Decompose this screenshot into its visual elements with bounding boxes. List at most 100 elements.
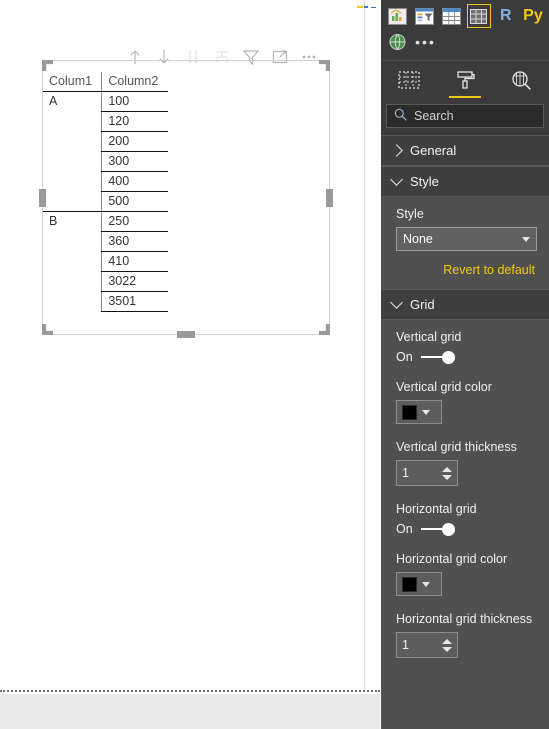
tab-format[interactable] (437, 61, 493, 98)
funnel-chart-icon[interactable] (412, 4, 436, 28)
table-cell-group[interactable] (43, 152, 102, 172)
resize-handle-top-left[interactable] (42, 60, 53, 71)
table-header-row: Colum1 Column2 (43, 72, 168, 92)
table-row[interactable]: 3022 (43, 271, 168, 292)
resize-handle-bottom-left[interactable] (42, 324, 53, 335)
vertical-grid-toggle-row[interactable]: On (396, 350, 537, 364)
horizontal-grid-toggle[interactable] (420, 522, 455, 536)
style-dropdown[interactable]: None (396, 227, 537, 251)
table-cell-group[interactable] (43, 232, 102, 252)
table-cell-group[interactable] (43, 292, 102, 312)
resize-handle-bottom-center[interactable] (177, 331, 195, 338)
section-body-style: Style None Revert to default (381, 197, 549, 289)
toggle-track (420, 356, 443, 358)
table-row[interactable]: 200 (43, 131, 168, 152)
matrix-icon[interactable] (466, 4, 491, 28)
search-placeholder: Search (414, 109, 454, 123)
horizontal-grid-toggle-row[interactable]: On (396, 522, 537, 536)
stepper-arrows[interactable] (442, 638, 452, 652)
visualizations-format-panel[interactable]: R Py ••• Search General Style Style None… (381, 0, 549, 729)
resize-handle-middle-right[interactable] (326, 188, 333, 207)
table-cell-group[interactable]: A (43, 91, 102, 112)
table-row[interactable]: 400 (43, 171, 168, 192)
table-cell-value[interactable]: 3022 (101, 271, 168, 292)
search-input[interactable]: Search (386, 104, 544, 128)
table-cell-value[interactable]: 200 (101, 131, 168, 152)
panel-tab-bar[interactable] (381, 60, 549, 98)
vertical-grid-color-label: Vertical grid color (396, 380, 492, 394)
report-canvas[interactable]: Colum1 Column2 A 100 120 200 300 400 500 B 250 36… (0, 0, 380, 729)
table-row[interactable]: B 250 (43, 211, 168, 232)
table-row[interactable]: 3501 (43, 291, 168, 312)
search-container[interactable]: Search (381, 98, 549, 135)
more-visuals-icon[interactable]: ••• (413, 30, 438, 54)
stepper-arrows[interactable] (442, 466, 452, 480)
table-cell-value[interactable]: 400 (101, 171, 168, 192)
table-row[interactable]: A 100 (43, 91, 168, 112)
horizontal-grid-thickness-label: Horizontal grid thickness (396, 612, 533, 626)
table-cell-value[interactable]: 250 (101, 211, 168, 232)
table-cell-value[interactable]: 3501 (101, 291, 168, 312)
section-title-general: General (410, 143, 457, 158)
tab-analytics[interactable] (493, 61, 549, 98)
tab-fields[interactable] (381, 61, 437, 98)
table-row[interactable]: 120 (43, 111, 168, 132)
table-cell-value[interactable]: 500 (101, 191, 168, 212)
color-swatch (402, 576, 417, 592)
table-cell-value[interactable]: 300 (101, 151, 168, 172)
stepper-down-icon[interactable] (442, 646, 452, 652)
search-icon (394, 108, 407, 124)
table-row[interactable]: 500 (43, 191, 168, 212)
horizontal-grid-thickness-stepper[interactable]: 1 (396, 632, 458, 658)
column-header-2[interactable]: Column2 (101, 72, 168, 92)
resize-handle-top-right[interactable] (319, 60, 330, 71)
table-icon[interactable] (439, 4, 463, 28)
chevron-down-icon (422, 581, 430, 587)
table-cell-group[interactable]: B (43, 211, 102, 232)
horizontal-grid-thickness-value: 1 (402, 638, 409, 652)
vertical-grid-state: On (396, 350, 413, 364)
tab-format-active-underline (449, 96, 481, 98)
stepper-up-icon[interactable] (442, 466, 452, 472)
vertical-grid-thickness-stepper[interactable]: 1 (396, 460, 458, 486)
table-cell-group[interactable] (43, 272, 102, 292)
table-cell-group[interactable] (43, 112, 102, 132)
horizontal-grid-state: On (396, 522, 413, 536)
section-header-style[interactable]: Style (381, 166, 549, 197)
revert-to-default-link[interactable]: Revert to default (396, 263, 535, 277)
matrix-visual-table[interactable]: Colum1 Column2 A 100 120 200 300 400 500 B 250 36… (43, 72, 168, 312)
table-cell-value[interactable]: 120 (101, 111, 168, 132)
table-row[interactable]: 300 (43, 151, 168, 172)
r-script-visual-icon[interactable]: R (494, 4, 518, 28)
horizontal-grid-color-picker[interactable] (396, 572, 442, 596)
horizontal-grid-block: Horizontal grid On (396, 502, 537, 536)
section-header-general[interactable]: General (381, 135, 549, 166)
horizontal-grid-label: Horizontal grid (396, 502, 477, 516)
table-cell-value[interactable]: 100 (101, 91, 168, 112)
r-letter: R (499, 7, 512, 24)
table-row[interactable]: 410 (43, 251, 168, 272)
map-globe-icon[interactable] (385, 30, 410, 54)
stepper-down-icon[interactable] (442, 474, 452, 480)
table-cell-group[interactable] (43, 172, 102, 192)
table-cell-group[interactable] (43, 252, 102, 272)
chevron-down-icon (390, 296, 403, 309)
clipped-toolbar-icon (356, 0, 378, 8)
python-visual-icon[interactable]: Py (521, 4, 545, 28)
resize-handle-bottom-right[interactable] (319, 324, 330, 335)
visualization-row-2: ••• (385, 29, 545, 55)
table-cell-value[interactable]: 410 (101, 251, 168, 272)
table-cell-group[interactable] (43, 132, 102, 152)
vertical-grid-toggle[interactable] (420, 350, 455, 364)
section-header-grid[interactable]: Grid (381, 289, 549, 320)
page-boundary-divider (0, 690, 380, 692)
vertical-grid-color-picker[interactable] (396, 400, 442, 424)
table-cell-value[interactable]: 360 (101, 231, 168, 252)
table-cell-group[interactable] (43, 192, 102, 212)
section-title-style: Style (410, 174, 439, 189)
stepper-up-icon[interactable] (442, 638, 452, 644)
column-header-1[interactable]: Colum1 (43, 72, 102, 92)
area-chart-icon[interactable] (385, 4, 409, 28)
visualization-gallery[interactable]: R Py ••• (381, 0, 549, 60)
table-row[interactable]: 360 (43, 231, 168, 252)
